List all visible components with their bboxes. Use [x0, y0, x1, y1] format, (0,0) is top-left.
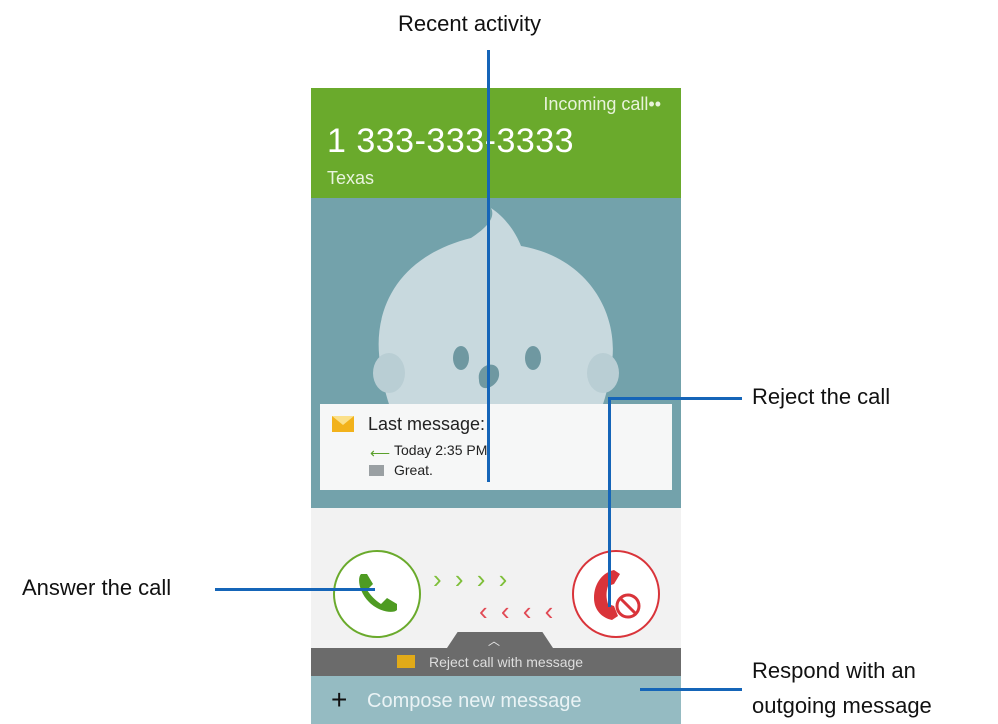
- callout-line-answer: [215, 588, 375, 591]
- last-message-card: Last message: ⟵ Today 2:35 PM Great.: [320, 404, 672, 490]
- call-status: Incoming call••: [543, 94, 661, 114]
- chevrons-left-icon: ‹ ‹ ‹ ‹: [479, 596, 557, 626]
- callout-line-recent: [487, 50, 490, 482]
- annotation-respond-line1: Respond with an: [752, 658, 916, 683]
- phone-block-icon: [594, 570, 641, 620]
- call-action-area: › › › › ‹ ‹ ‹ ‹: [311, 508, 681, 648]
- annotation-answer-call: Answer the call: [22, 575, 172, 600]
- message-icon: [332, 416, 354, 432]
- annotation-recent-activity: Recent activity: [398, 11, 542, 36]
- callout-line-respond: [640, 688, 742, 691]
- message-icon: [397, 655, 415, 668]
- last-message-time: Today 2:35 PM: [394, 442, 488, 458]
- reject-with-message-bar[interactable]: Reject call with message: [311, 648, 681, 676]
- callout-line-reject-h: [608, 397, 742, 400]
- callout-line-reject-v: [608, 397, 611, 607]
- chevrons-right-icon: › › › ›: [433, 564, 511, 594]
- annotation-respond-line2: outgoing message: [752, 693, 932, 718]
- caller-number: 1 333-333-3333: [327, 122, 575, 160]
- last-message-title: Last message:: [368, 414, 486, 434]
- arrow-left-icon: ⟵: [370, 445, 391, 461]
- caller-location: Texas: [327, 168, 375, 188]
- compose-new-message-label: Compose new message: [367, 690, 582, 712]
- compose-message-bar[interactable]: + Compose new message: [311, 676, 681, 724]
- answer-call-button[interactable]: [333, 550, 421, 638]
- plus-icon: +: [331, 684, 348, 715]
- phone-screen: Incoming call•• 1 333-333-3333 Texas Las…: [311, 88, 681, 724]
- annotation-reject-call: Reject the call: [752, 384, 891, 409]
- mail-icon: [369, 465, 384, 476]
- chevron-up-icon: ︿: [488, 634, 501, 648]
- call-header: Incoming call•• 1 333-333-3333 Texas: [311, 88, 681, 198]
- reject-call-button[interactable]: [572, 550, 660, 638]
- last-message-text: Great.: [394, 462, 433, 478]
- phone-icon: [359, 574, 397, 612]
- reject-with-message-label: Reject call with message: [429, 654, 584, 670]
